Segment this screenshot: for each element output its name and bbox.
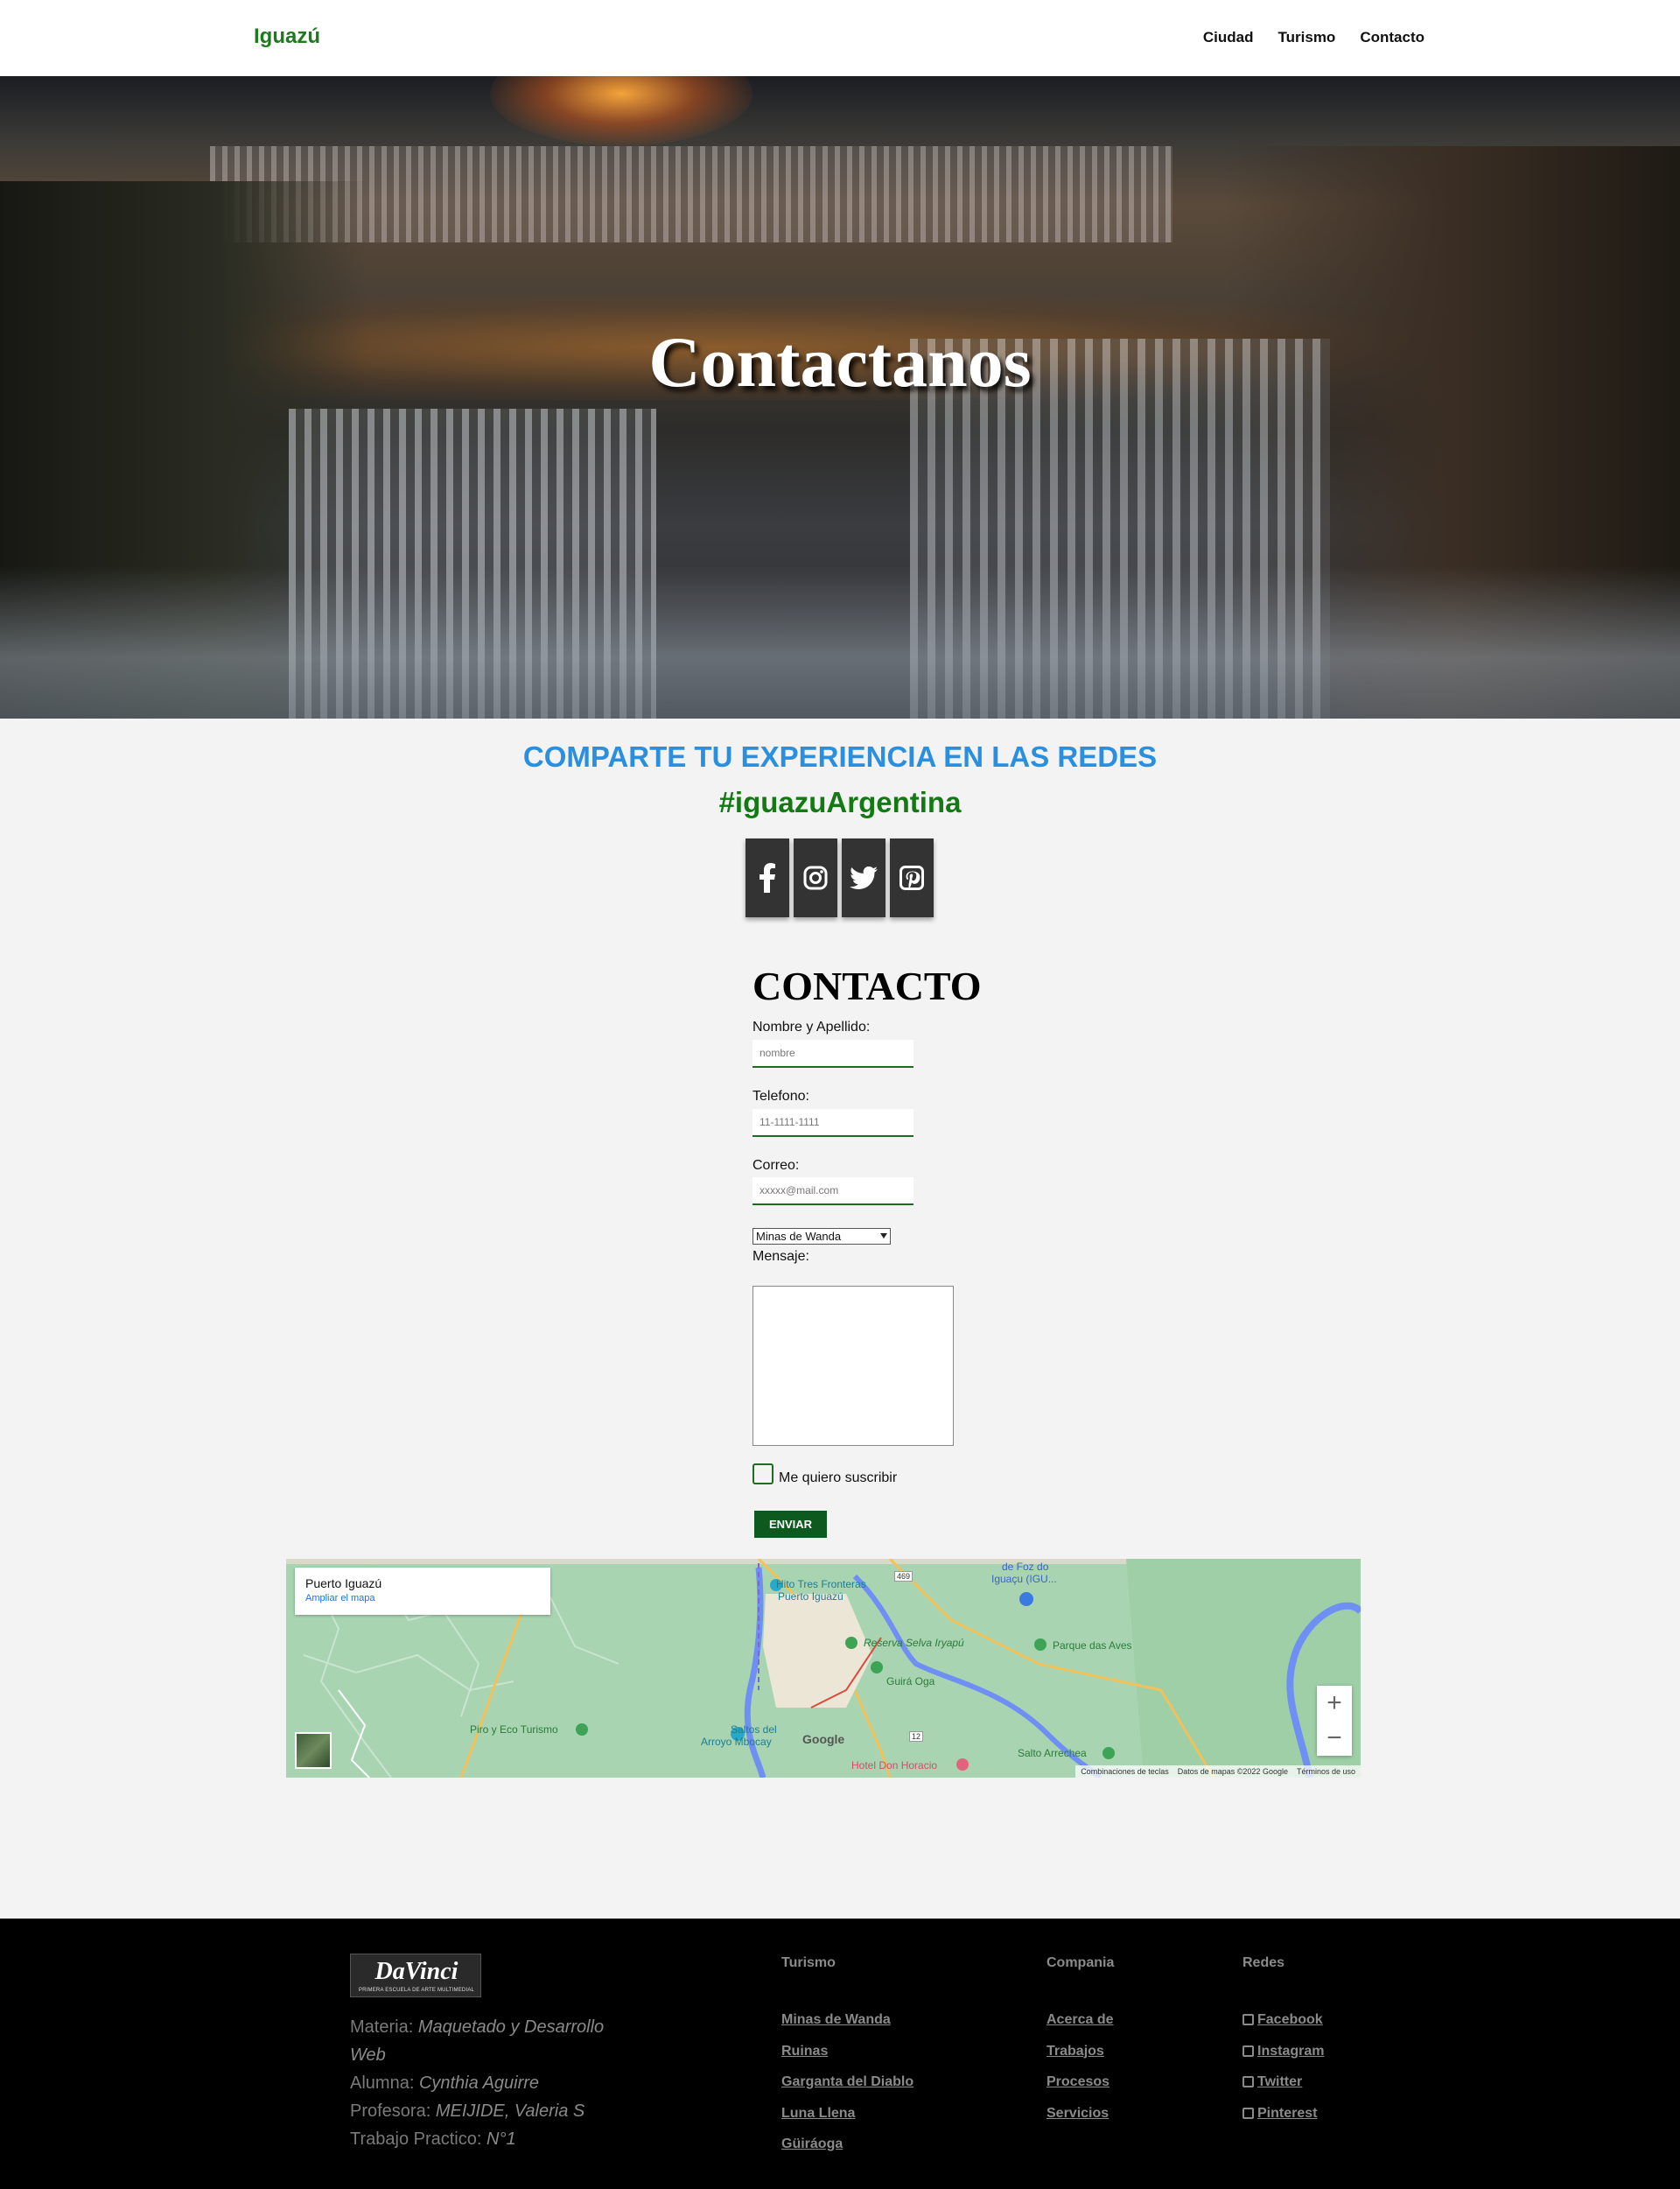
chevron-down-icon <box>880 1233 887 1238</box>
map-label-hotel: Hotel Don Horacio <box>851 1759 938 1772</box>
twitter-button[interactable] <box>842 838 886 917</box>
nav-link-ciudad[interactable]: Ciudad <box>1203 29 1254 46</box>
hero-title: Contactanos <box>648 322 1032 402</box>
map-zoom-controls: + − <box>1317 1686 1352 1756</box>
map-label-arroyo: Arroyo Mbocay <box>701 1736 772 1748</box>
footer-credits: Materia: Maquetado y Desarrollo Web Alum… <box>350 2013 639 2153</box>
map-satellite-toggle[interactable] <box>295 1732 332 1769</box>
map-label-piro: Piro y Eco Turismo <box>470 1723 558 1736</box>
message-textarea[interactable] <box>752 1286 954 1446</box>
footer-heading-redes: Redes <box>1242 1955 1285 1970</box>
phone-label: Telefono: <box>752 1089 809 1104</box>
destination-select[interactable]: Minas de Wanda <box>752 1228 891 1245</box>
message-label: Mensaje: <box>752 1249 809 1264</box>
footer-link-ruinas[interactable]: Ruinas <box>781 2036 914 2067</box>
footer-link-pinterest[interactable]: Pinterest <box>1242 2098 1324 2129</box>
submit-button[interactable]: ENVIAR <box>754 1511 827 1538</box>
credit-materia: Materia: Maquetado y Desarrollo Web <box>350 2017 605 2065</box>
map-enlarge-link[interactable]: Ampliar el mapa <box>305 1593 540 1603</box>
google-logo: Google <box>802 1732 845 1746</box>
hashtag: #iguazuArgentina <box>718 786 962 818</box>
map-label-reserva: Reserva Selva Iryapú <box>864 1637 964 1649</box>
route-469-badge: 469 <box>894 1571 914 1582</box>
map-label-foz-2: Iguaçu (IGU... <box>991 1573 1057 1585</box>
destination-select-value: Minas de Wanda <box>756 1230 842 1243</box>
subscribe-label: Me quiero suscribir <box>779 1470 898 1485</box>
embedded-map[interactable]: Hito Tres Fronteras Puerto Iguazú de Foz… <box>286 1559 1361 1778</box>
phone-input[interactable]: 11-1111-1111 <box>752 1109 914 1137</box>
footer-heading-compania: Compania <box>1046 1955 1115 1970</box>
map-label-guira: Guirá Oga <box>886 1675 935 1687</box>
footer-link-guiraoga[interactable]: Güiráoga <box>781 2129 914 2160</box>
map-place-name: Puerto Iguazú <box>305 1576 382 1590</box>
footer-link-minas[interactable]: Minas de Wanda <box>781 2004 914 2036</box>
top-navbar: Iguazú Ciudad Turismo Contacto <box>0 0 1680 76</box>
footer-col-turismo: Turismo Minas de Wanda Ruinas Garganta d… <box>781 1955 914 2160</box>
footer-link-acerca[interactable]: Acerca de <box>1046 2004 1114 2036</box>
map-label-parque: Parque das Aves <box>1053 1639 1132 1652</box>
twitter-icon <box>850 866 878 889</box>
instagram-icon <box>803 866 828 890</box>
share-heading: COMPARTE TU EXPERIENCIA EN LAS REDES <box>522 740 1158 773</box>
twitter-icon <box>1242 2076 1254 2088</box>
footer-col-redes: Redes Facebook Instagram Twitter Pintere… <box>1242 1955 1324 2129</box>
logo-text: DaVinci <box>374 1958 458 1985</box>
subscribe-checkbox[interactable] <box>752 1463 774 1484</box>
footer-link-facebook[interactable]: Facebook <box>1242 2004 1324 2036</box>
route-12-badge: 12 <box>909 1731 924 1742</box>
hero-mist <box>0 566 1680 719</box>
map-label-hito: Hito Tres Fronteras <box>776 1578 866 1590</box>
name-input[interactable]: nombre <box>752 1040 914 1068</box>
map-label-puerto: Puerto Iguazú <box>778 1590 844 1603</box>
nav-links: Ciudad Turismo Contacto <box>1203 29 1424 46</box>
email-input[interactable]: xxxxx@mail.com <box>752 1177 914 1205</box>
map-data-credit: Datos de mapas ©2022 Google <box>1177 1767 1288 1776</box>
map-keyboard-shortcuts[interactable]: Combinaciones de teclas <box>1081 1767 1169 1776</box>
nav-link-turismo[interactable]: Turismo <box>1278 29 1336 46</box>
site-footer: DaVinci PRIMERA ESCUELA DE ARTE MULTIMED… <box>0 1919 1680 2189</box>
footer-heading-turismo: Turismo <box>781 1955 836 1970</box>
brand-logo[interactable]: Iguazú <box>254 25 320 49</box>
credit-trabajo: Trabajo Practico: N°1 <box>350 2129 516 2149</box>
footer-link-luna[interactable]: Luna Llena <box>781 2098 914 2129</box>
nav-link-contacto[interactable]: Contacto <box>1360 29 1424 46</box>
footer-link-twitter[interactable]: Twitter <box>1242 2066 1324 2098</box>
email-label: Correo: <box>752 1158 800 1173</box>
davinci-logo: DaVinci PRIMERA ESCUELA DE ARTE MULTIMED… <box>350 1954 481 1997</box>
footer-link-instagram-label: Instagram <box>1257 2043 1325 2059</box>
map-label-foz: de Foz do <box>1002 1561 1049 1573</box>
pinterest-icon <box>900 866 924 890</box>
footer-link-pinterest-label: Pinterest <box>1257 2105 1318 2121</box>
instagram-button[interactable] <box>794 838 837 917</box>
facebook-icon <box>1242 2014 1254 2026</box>
zoom-in-button[interactable]: + <box>1317 1686 1352 1721</box>
zoom-out-button[interactable]: − <box>1317 1721 1352 1756</box>
hero-sun-glow <box>490 76 752 146</box>
footer-link-garganta[interactable]: Garganta del Diablo <box>781 2066 914 2098</box>
logo-subtitle: PRIMERA ESCUELA DE ARTE MULTIMEDIAL <box>358 1988 475 1993</box>
footer-link-facebook-label: Facebook <box>1257 2012 1323 2027</box>
map-terms-link[interactable]: Términos de uso <box>1297 1767 1355 1776</box>
credit-alumna: Alumna: Cynthia Aguirre <box>350 2073 540 2093</box>
footer-col-compania: Compania Acerca de Trabajos Procesos Ser… <box>1046 1955 1114 2129</box>
map-label-saltos: Saltos del <box>731 1723 777 1736</box>
map-attribution: Combinaciones de teclas Datos de mapas ©… <box>1075 1765 1361 1778</box>
instagram-icon <box>1242 2045 1254 2057</box>
name-label: Nombre y Apellido: <box>752 1020 871 1035</box>
pinterest-button[interactable] <box>890 838 934 917</box>
footer-link-trabajos[interactable]: Trabajos <box>1046 2036 1114 2067</box>
footer-link-instagram[interactable]: Instagram <box>1242 2036 1324 2067</box>
map-label-salto: Salto Arrechea <box>1018 1747 1087 1759</box>
pinterest-icon <box>1242 2107 1254 2119</box>
contact-form-title: CONTACTO <box>752 964 982 1008</box>
hero-banner: Contactanos <box>0 76 1680 719</box>
footer-link-procesos[interactable]: Procesos <box>1046 2066 1114 2098</box>
facebook-button[interactable] <box>746 838 789 917</box>
credit-profesora: Profesora: MEIJIDE, Valeria S <box>350 2101 585 2121</box>
footer-link-servicios[interactable]: Servicios <box>1046 2098 1114 2129</box>
social-buttons <box>746 838 934 917</box>
facebook-icon <box>760 863 775 893</box>
map-place-card: Puerto Iguazú Ampliar el mapa <box>295 1568 550 1615</box>
footer-link-twitter-label: Twitter <box>1257 2074 1303 2089</box>
